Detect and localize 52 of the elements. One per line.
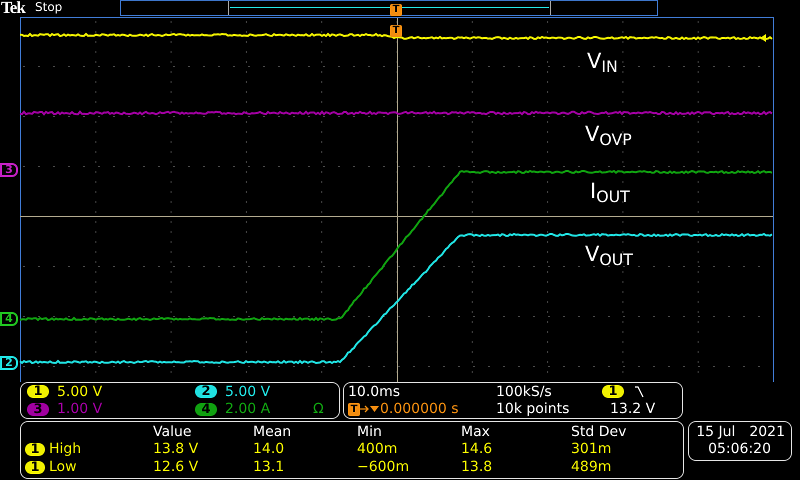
channel-marker: 4	[0, 312, 18, 326]
channel-marker: 2	[0, 356, 18, 370]
measurement-value: 14.6	[461, 441, 494, 459]
acquisition-status: Stop	[35, 0, 62, 15]
time-scale: 10.0ms	[348, 384, 402, 400]
measurement-value: 12.6 V	[153, 458, 200, 476]
column-header: Value	[153, 424, 192, 442]
channel-marker: 3	[0, 163, 18, 177]
measurement-value: 400m	[357, 441, 398, 459]
column-header: Std Dev	[571, 424, 628, 442]
measurement-value: 301m	[571, 441, 612, 459]
down-triangle-icon	[370, 405, 380, 414]
channel-scale: 1.00 V	[57, 401, 104, 418]
measurement-name: Low	[48, 458, 78, 476]
measurement-value: 14.0	[253, 441, 286, 459]
measurement-value: 13.8 V	[153, 441, 200, 459]
right-arrow-icon	[360, 405, 370, 414]
trigger-marker: T	[348, 402, 360, 416]
sample-rate: 100kS/s	[496, 384, 553, 400]
channel-scale: 5.00 V	[225, 384, 272, 400]
trace-label: V$_{IN}$	[587, 49, 618, 73]
falling-edge-icon	[634, 386, 644, 398]
trigger-position: 0.000000 s	[380, 401, 459, 418]
measurement-name: High	[48, 441, 82, 459]
trace-label: V$_{OUT}$	[585, 242, 633, 266]
trace-label: I$_{OUT}$	[590, 179, 630, 203]
channel-badge[interactable]: 1	[27, 385, 49, 398]
column-header: Min	[357, 424, 383, 442]
column-header: Mean	[253, 424, 292, 442]
year-text: 2021	[749, 424, 785, 441]
channel-badge[interactable]: 2	[195, 385, 217, 398]
trigger-marker: T	[390, 4, 402, 16]
source-badge: 1	[25, 443, 45, 456]
trigger-level: 13.2 V	[609, 401, 656, 418]
measurement-value: −600m	[357, 458, 410, 476]
source-badge: 1	[25, 460, 45, 474]
trigger-level-icon	[760, 34, 766, 42]
channel-scale: 5.00 V	[57, 384, 104, 400]
column-header: Max	[461, 424, 491, 442]
channel-scale: 2.00 A	[225, 401, 272, 418]
channel-badge[interactable]: 4	[195, 402, 217, 416]
measurement-value: 13.1	[253, 458, 286, 476]
time-text: 05:06:20	[708, 441, 771, 458]
trigger-marker: T	[390, 25, 402, 37]
trace-label: V$_{OVP}$	[585, 122, 632, 146]
brand-logo: Tek	[1, 0, 25, 16]
measurement-value: 489m	[571, 458, 612, 476]
trigger-source-badge: 1	[602, 385, 624, 398]
record-length: 10k points	[496, 401, 570, 418]
measurement-value: 13.8	[461, 458, 494, 476]
termination-symbol: Ω	[313, 401, 325, 418]
date-text: 15 Jul	[696, 424, 736, 441]
